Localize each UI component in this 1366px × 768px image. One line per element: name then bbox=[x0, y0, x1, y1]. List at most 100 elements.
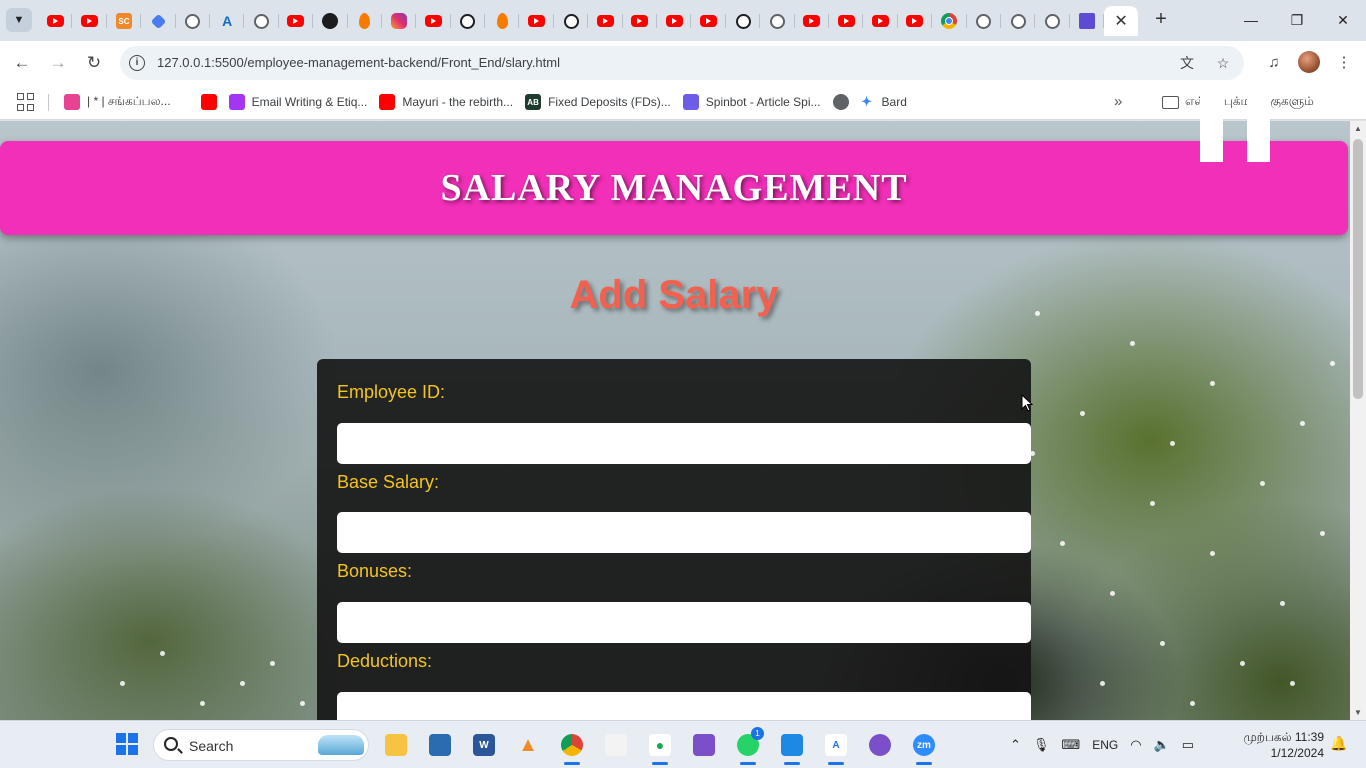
scroll-down-icon[interactable]: ▼ bbox=[1353, 708, 1363, 717]
microphone-icon[interactable]: 🎙 bbox=[1033, 737, 1050, 753]
bookmark-item[interactable]: ✦ Bard bbox=[855, 94, 913, 110]
taskbar-search[interactable]: Search bbox=[153, 729, 369, 761]
page-scrollbar[interactable]: ▲ ▼ bbox=[1350, 121, 1366, 720]
browser-tab[interactable] bbox=[863, 6, 899, 36]
browser-tab[interactable] bbox=[932, 6, 967, 36]
browser-tab[interactable] bbox=[38, 6, 73, 36]
scrollbar-thumb[interactable] bbox=[1353, 139, 1363, 399]
browser-tab[interactable] bbox=[691, 6, 727, 36]
browser-tab[interactable] bbox=[898, 6, 933, 36]
taskbar-app[interactable]: A bbox=[821, 730, 851, 765]
back-button[interactable]: ← bbox=[10, 51, 34, 75]
browser-tab[interactable] bbox=[416, 6, 452, 36]
browser-tab[interactable] bbox=[967, 6, 1002, 36]
volume-icon[interactable]: 🔈 bbox=[1154, 737, 1170, 753]
browser-tab[interactable] bbox=[726, 6, 761, 36]
language-indicator[interactable]: ENG bbox=[1092, 738, 1118, 752]
browser-tab[interactable] bbox=[451, 6, 486, 36]
notification-bell-icon[interactable]: 🔔 bbox=[1330, 735, 1347, 752]
toolbar-right: ♫ ⋮ bbox=[1262, 50, 1356, 74]
browser-tab[interactable] bbox=[554, 6, 589, 36]
form-icon bbox=[1078, 13, 1095, 29]
profile-avatar[interactable] bbox=[1298, 51, 1320, 73]
wifi-icon[interactable]: ◠ bbox=[1130, 737, 1141, 753]
scroll-up-icon[interactable]: ▲ bbox=[1353, 124, 1363, 133]
start-button[interactable] bbox=[116, 733, 138, 755]
browser-tab[interactable] bbox=[244, 6, 280, 36]
browser-tab[interactable] bbox=[279, 6, 314, 36]
more-menu-icon[interactable]: ⋮ bbox=[1332, 50, 1356, 74]
browser-tab[interactable] bbox=[760, 6, 795, 36]
pause-overlay-icon bbox=[1200, 95, 1270, 162]
browser-tab[interactable] bbox=[1001, 6, 1036, 36]
deductions-input[interactable] bbox=[337, 692, 1031, 720]
close-window-button[interactable]: ✕ bbox=[1320, 0, 1366, 40]
system-tray: ⌃ 🎙 ⌨ ENG ◠ 🔈 ▭ bbox=[1010, 721, 1194, 768]
browser-tab[interactable] bbox=[588, 6, 624, 36]
restore-button[interactable]: ❐ bbox=[1274, 0, 1320, 40]
apps-grid-icon[interactable] bbox=[17, 93, 35, 111]
bookmark-list: | * | சங்கப்பல... Email Writing & Etiq...… bbox=[58, 85, 913, 119]
close-tab-icon[interactable]: ✕ bbox=[1114, 11, 1127, 31]
new-tab-button[interactable]: + bbox=[1150, 8, 1172, 30]
address-bar[interactable]: i 127.0.0.1:5500/employee-management-bac… bbox=[120, 46, 1244, 80]
bookmark-item[interactable]: Mayuri - the rebirth... bbox=[373, 94, 519, 110]
active-tab[interactable]: ✕ bbox=[1104, 6, 1139, 36]
bookmark-item[interactable] bbox=[827, 94, 855, 110]
forward-button[interactable]: → bbox=[46, 51, 70, 75]
taskbar-app[interactable]: W bbox=[469, 730, 499, 760]
ab-icon: AB bbox=[525, 94, 542, 110]
bookmarks-overflow-button[interactable]: » bbox=[1114, 93, 1122, 110]
taskbar-app[interactable] bbox=[601, 730, 631, 760]
chevron-up-icon[interactable]: ⌃ bbox=[1010, 737, 1021, 753]
tab-search-button[interactable]: ▼ bbox=[6, 8, 32, 32]
tab-strip: ▼ SC A ✕ + — ❐ ✕ bbox=[0, 0, 1366, 41]
taskbar-app[interactable] bbox=[777, 730, 807, 765]
bookmark-item[interactable]: Email Writing & Etiq... bbox=[223, 94, 374, 110]
site-info-icon[interactable]: i bbox=[129, 55, 145, 71]
bookmark-star-icon[interactable]: ☆ bbox=[1212, 52, 1234, 74]
bonuses-input[interactable] bbox=[337, 602, 1031, 643]
browser-tab[interactable] bbox=[485, 6, 520, 36]
tab-list: SC A ✕ bbox=[38, 6, 1139, 36]
taskbar-app[interactable]: ● bbox=[645, 730, 675, 765]
taskbar-app[interactable] bbox=[865, 730, 895, 760]
browser-tab[interactable] bbox=[313, 6, 348, 36]
taskbar-app[interactable] bbox=[557, 730, 587, 765]
minimize-button[interactable]: — bbox=[1228, 0, 1274, 40]
browser-tab[interactable] bbox=[348, 6, 383, 36]
bookmark-item[interactable]: | * | சங்கப்பல... bbox=[58, 94, 177, 110]
browser-tab[interactable] bbox=[1070, 6, 1105, 36]
taskbar-app[interactable] bbox=[425, 730, 455, 760]
media-controls-icon[interactable]: ♫ bbox=[1262, 50, 1286, 74]
browser-tab[interactable] bbox=[519, 6, 555, 36]
browser-tab[interactable] bbox=[141, 6, 176, 36]
clock[interactable]: முற்பகல் 11:39 1/12/2024 bbox=[1228, 729, 1324, 761]
browser-tab[interactable] bbox=[72, 6, 108, 36]
bookmark-item[interactable] bbox=[195, 94, 223, 110]
browser-tab[interactable]: SC bbox=[107, 6, 142, 36]
reload-button[interactable]: ↻ bbox=[82, 51, 106, 75]
keyboard-icon[interactable]: ⌨ bbox=[1061, 737, 1080, 753]
browser-tab[interactable]: A bbox=[210, 6, 245, 36]
translate-icon[interactable]: 文 bbox=[1176, 52, 1198, 74]
bookmark-item[interactable]: AB Fixed Deposits (FDs)... bbox=[519, 94, 677, 110]
bookmark-item[interactable]: Spinbot - Article Spi... bbox=[677, 94, 827, 110]
taskbar-app[interactable] bbox=[689, 730, 719, 760]
taskbar-app[interactable] bbox=[381, 730, 411, 760]
browser-tab[interactable] bbox=[382, 6, 417, 36]
url-text[interactable]: 127.0.0.1:5500/employee-management-backe… bbox=[157, 55, 560, 70]
taskbar-app[interactable]: zm bbox=[909, 730, 939, 765]
taskbar-app[interactable]: 1 bbox=[733, 727, 764, 765]
taskbar-app[interactable]: ▲ bbox=[513, 730, 543, 760]
employee-id-input[interactable] bbox=[337, 423, 1031, 464]
browser-tab[interactable] bbox=[176, 6, 211, 36]
browser-tab[interactable] bbox=[795, 6, 830, 36]
browser-tab[interactable] bbox=[1035, 6, 1071, 36]
browser-tab[interactable] bbox=[829, 6, 864, 36]
battery-icon[interactable]: ▭ bbox=[1182, 737, 1194, 753]
browser-tab[interactable] bbox=[657, 6, 692, 36]
base-salary-input[interactable] bbox=[337, 512, 1031, 553]
youtube-icon bbox=[528, 15, 546, 27]
browser-tab[interactable] bbox=[623, 6, 658, 36]
